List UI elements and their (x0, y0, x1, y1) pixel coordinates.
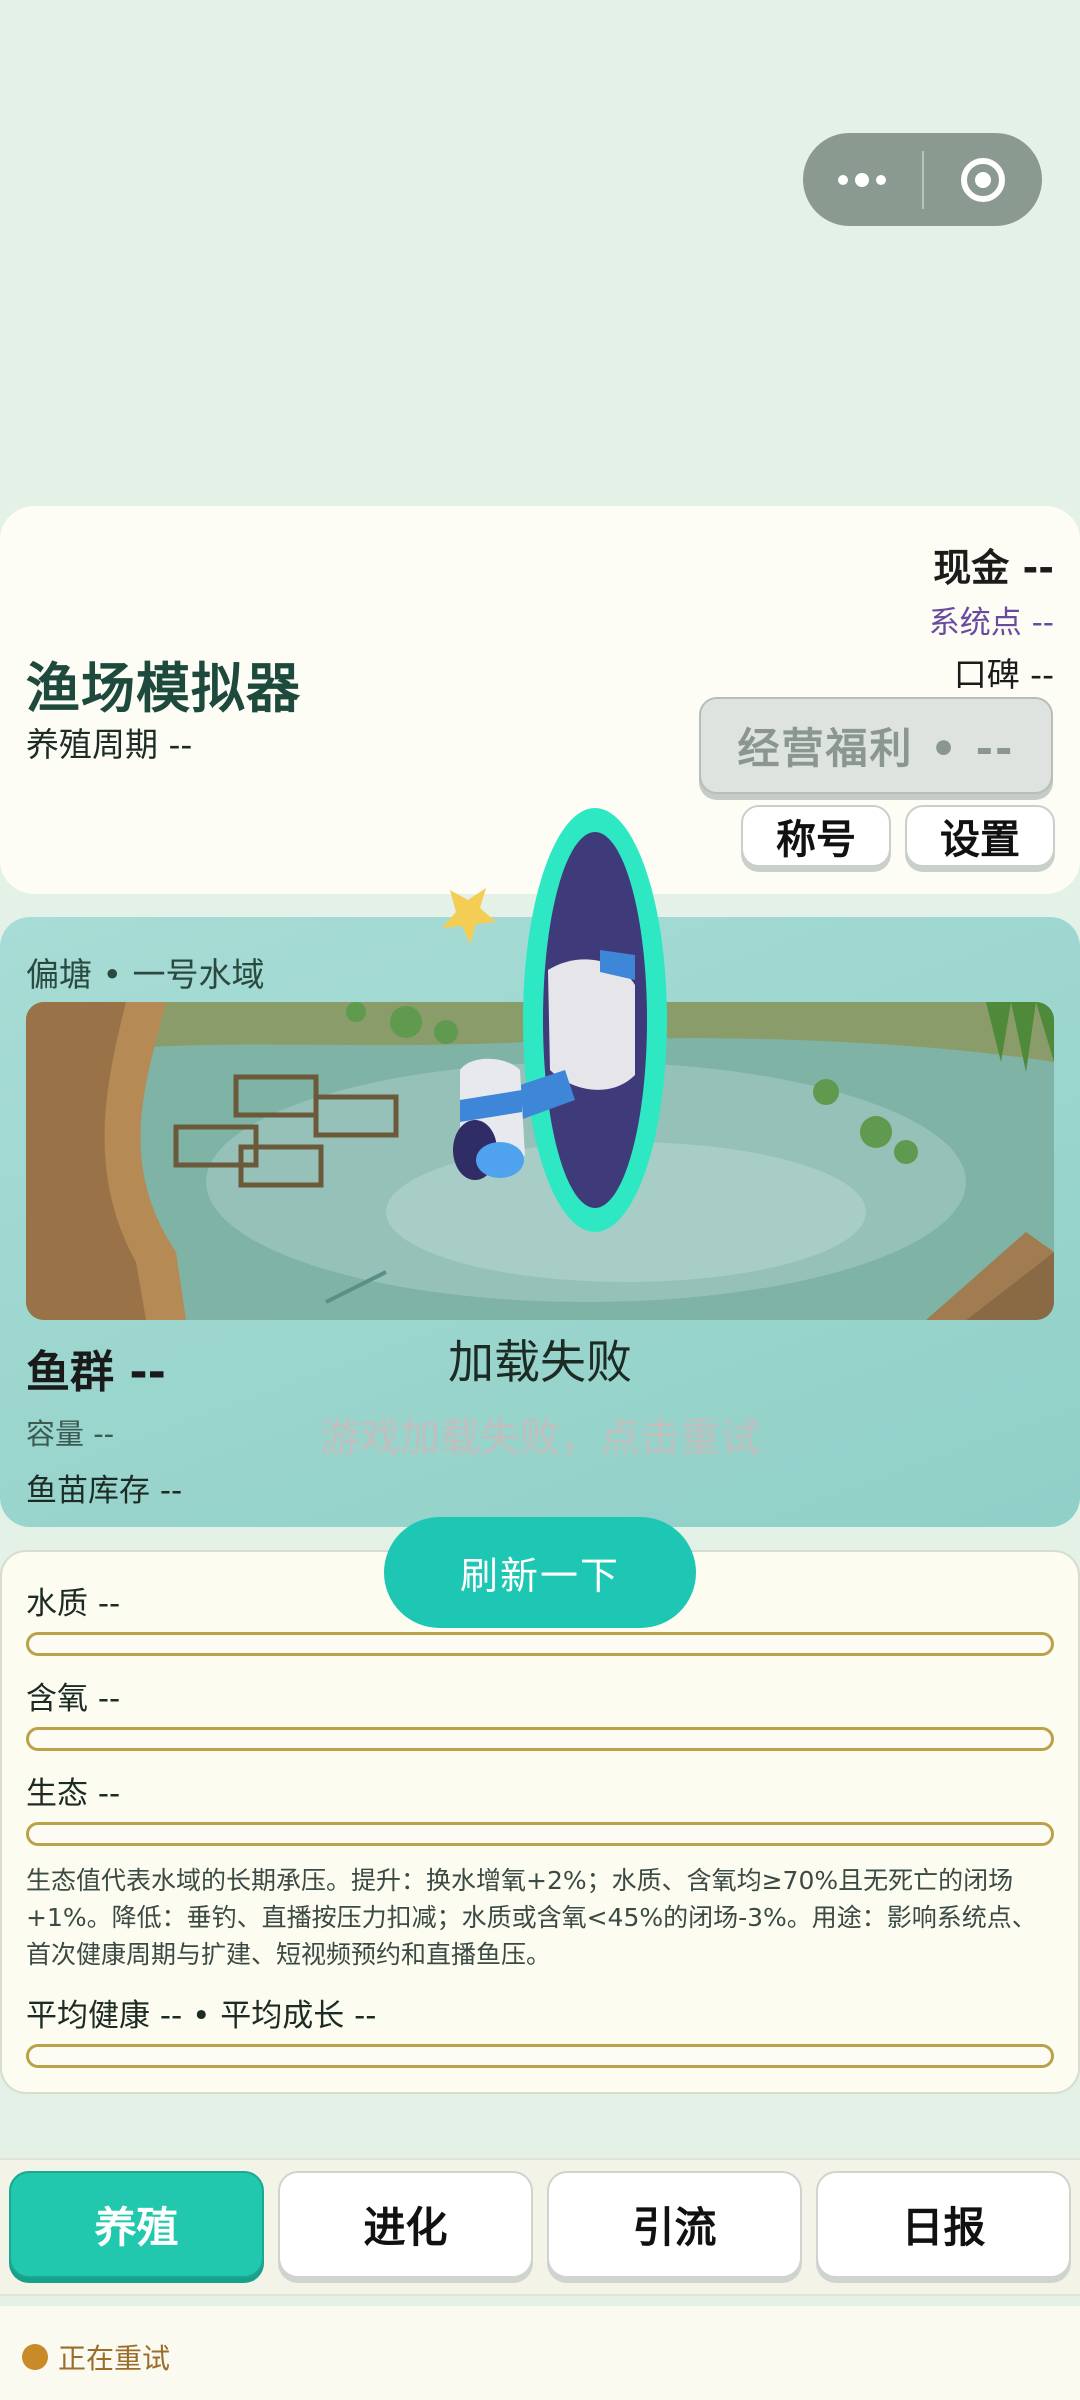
app-title: 渔场模拟器 (26, 657, 301, 720)
retry-status: 正在重试 (22, 2337, 170, 2377)
tab-breeding[interactable]: 养殖 (9, 2171, 264, 2278)
loading-mascot-illustration (430, 800, 680, 1240)
refresh-button[interactable]: 刷新一下 (384, 1517, 696, 1628)
reputation-readout: 口碑 -- (953, 655, 1054, 694)
oxygen-label: 含氧 -- (26, 1681, 121, 1717)
tab-daily-report[interactable]: 日报 (816, 2171, 1071, 2278)
retry-status-text: 正在重试 (58, 2342, 171, 2375)
ecology-label: 生态 -- (26, 1776, 121, 1812)
water-quality-label: 水质 -- (26, 1586, 121, 1622)
load-fail-retry-message[interactable]: 游戏加载失败，点击重试 (0, 1405, 1080, 1463)
tab-evolution[interactable]: 进化 (278, 2171, 533, 2278)
miniprogram-capsule (803, 133, 1042, 226)
oxygen-bar (26, 1727, 1054, 1751)
ecology-description: 生态值代表水域的长期承压。提升：换水增氧+2%；水质、含氧均≥70%且无死亡的闭… (26, 1866, 1037, 1969)
system-points-readout: 系统点 -- (928, 605, 1054, 641)
more-button[interactable] (803, 133, 922, 226)
settings-button[interactable]: 设置 (905, 805, 1055, 867)
status-dot-icon (22, 2344, 48, 2370)
ecology-bar (26, 1822, 1054, 1846)
tab-traffic[interactable]: 引流 (547, 2171, 802, 2278)
fry-stock-readout: 鱼苗库存 -- (26, 1473, 183, 1509)
cash-readout: 现金 -- (933, 546, 1054, 590)
welfare-button[interactable]: 经营福利 • -- (699, 697, 1053, 794)
averages-readout: 平均健康 -- • 平均成长 -- (26, 1998, 377, 2034)
target-close-icon (960, 157, 1005, 202)
breeding-cycle: 养殖周期 -- (26, 725, 193, 764)
averages-bar (26, 2044, 1054, 2068)
load-fail-title: 加载失败 (448, 1335, 632, 1389)
water-quality-bar (26, 1632, 1054, 1656)
more-dots-icon (838, 172, 887, 187)
title-button[interactable]: 称号 (741, 805, 891, 867)
pond-location: 偏塘 • 一号水域 (26, 955, 265, 994)
close-button[interactable] (924, 133, 1043, 226)
